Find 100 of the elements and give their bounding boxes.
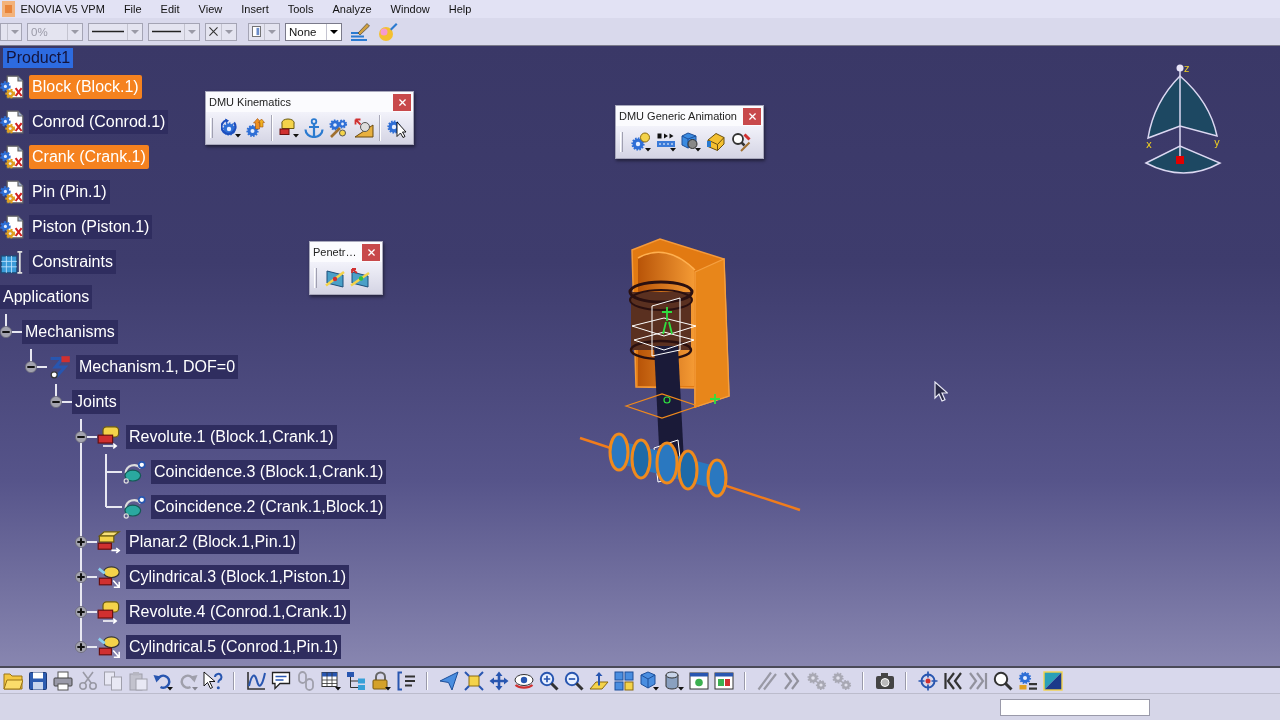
collapse-toggle-icon[interactable] — [75, 430, 87, 443]
menu-item[interactable]: Help — [439, 3, 481, 15]
printer-icon[interactable] — [52, 670, 73, 691]
zoom-in-icon[interactable] — [538, 670, 559, 691]
collapse-toggle-icon[interactable] — [50, 395, 62, 408]
cross-mark-icon — [209, 26, 218, 37]
paintbrush-icon[interactable] — [350, 21, 370, 42]
camera-icon[interactable] — [874, 670, 895, 691]
tree-item[interactable]: Coincidence.2 (Crank.1,Block.1) — [151, 494, 387, 519]
tree-item[interactable]: Planar.2 (Block.1,Pin.1) — [126, 529, 300, 554]
tree-item[interactable]: Piston (Piston.1) — [29, 214, 153, 239]
tree-item[interactable]: Revolute.1 (Block.1,Crank.1) — [126, 424, 337, 449]
dropdown-arrow-icon — [330, 29, 338, 34]
paper-plane-icon[interactable] — [438, 670, 459, 691]
close-button[interactable] — [362, 243, 381, 261]
speech-bubble-icon[interactable] — [270, 670, 291, 691]
expand-toggle-icon[interactable] — [75, 640, 87, 653]
menu-item[interactable]: Analyze — [322, 3, 382, 15]
menu-item[interactable]: Edit — [151, 3, 190, 15]
toolbar-title: Penetr… — [313, 246, 357, 258]
split-square-icon[interactable] — [1042, 670, 1063, 691]
four-panes-icon[interactable] — [613, 670, 634, 691]
tree-item[interactable]: Constraints — [29, 249, 116, 274]
dropdown-arrow-icon — [268, 29, 276, 34]
dropdown-arrow-icon — [71, 29, 79, 34]
cube-sphere-icon[interactable] — [680, 132, 701, 152]
tree-item[interactable]: Mechanism.1, DOF=0 — [76, 354, 239, 379]
tree-item[interactable]: Cylindrical.5 (Conrod.1,Pin.1) — [126, 634, 341, 659]
menu-item[interactable]: ENOVIA V5 VPM — [11, 3, 115, 15]
rewind-icon[interactable] — [942, 670, 963, 691]
constraints-grid-icon — [0, 249, 24, 274]
search-icon[interactable] — [992, 670, 1013, 691]
close-button[interactable] — [393, 93, 411, 111]
table-grid-icon[interactable] — [320, 670, 341, 691]
toolbar-title: DMU Generic Animation — [619, 110, 737, 122]
dropdown-arrow-icon — [188, 29, 196, 34]
gear-ball-icon[interactable] — [630, 132, 651, 152]
plane-arrow-icon[interactable] — [588, 670, 609, 691]
ball-slope-icon[interactable] — [353, 118, 374, 138]
sphere-brush-icon[interactable] — [378, 21, 398, 42]
anchor-icon[interactable] — [303, 118, 324, 138]
collapse-toggle-icon[interactable] — [25, 360, 37, 373]
pan-arrows-icon[interactable] — [488, 670, 509, 691]
target-icon[interactable] — [917, 670, 938, 691]
gear-rotate-icon[interactable] — [220, 118, 241, 138]
help-pointer-icon[interactable] — [202, 670, 223, 691]
function-curve-icon[interactable] — [245, 670, 266, 691]
gear-arrows-icon[interactable] — [245, 118, 266, 138]
tree-root-item[interactable]: Product1 — [3, 47, 74, 68]
tree-item[interactable]: Cylindrical.3 (Block.1,Piston.1) — [126, 564, 349, 589]
tree-item[interactable]: Joints — [72, 389, 120, 414]
block-part-icon[interactable] — [705, 132, 726, 152]
plane-rod-icon[interactable] — [324, 268, 345, 288]
pointer-cursor-icon — [934, 381, 948, 402]
tree-diagram-icon[interactable] — [345, 670, 366, 691]
coincidence-icon — [122, 494, 146, 519]
part-document-icon — [0, 214, 24, 239]
tree-item[interactable]: Applications — [0, 284, 93, 309]
joint-icon[interactable] — [278, 118, 299, 138]
line-style-icon — [92, 30, 124, 33]
menu-item[interactable]: Window — [381, 3, 440, 15]
plane-rod-arrow-icon[interactable] — [349, 268, 370, 288]
fit-all-icon[interactable] — [463, 670, 484, 691]
padlock-icon[interactable] — [370, 670, 391, 691]
axis-label: x — [1146, 139, 1152, 150]
tree-item[interactable]: Coincidence.3 (Block.1,Crank.1) — [151, 459, 387, 484]
axis-label: y — [1214, 137, 1220, 148]
tree-item[interactable]: Pin (Pin.1) — [29, 179, 110, 204]
cube-icon[interactable] — [638, 670, 659, 691]
bracket-list-icon[interactable] — [395, 670, 416, 691]
close-icon — [367, 248, 375, 256]
view-compass-icon[interactable] — [1145, 64, 1221, 174]
cylindrical-joint-icon — [97, 634, 121, 659]
playback-strip-icon[interactable] — [655, 132, 676, 152]
expand-toggle-icon[interactable] — [75, 605, 87, 618]
gear-wrench-icon[interactable] — [328, 118, 349, 138]
dropdown-arrow-icon — [225, 29, 233, 34]
part-document-icon — [0, 144, 24, 169]
dropdown[interactable]: None — [285, 22, 342, 41]
cylinder-icon[interactable] — [663, 670, 684, 691]
command-input-field[interactable] — [1000, 698, 1150, 716]
tree-item[interactable]: Mechanisms — [22, 319, 118, 344]
cylindrical-joint-icon — [97, 564, 121, 589]
menu-item[interactable]: File — [114, 3, 152, 15]
window-panels-icon[interactable] — [713, 670, 734, 691]
dropdown-arrow-icon — [11, 29, 19, 34]
tree-item[interactable]: Conrod (Conrod.1) — [29, 109, 169, 134]
gear-pointer-icon[interactable] — [386, 118, 407, 138]
gear-bars-icon[interactable] — [1017, 670, 1038, 691]
menu-item[interactable]: Tools — [278, 3, 323, 15]
magnifier-hammer-icon[interactable] — [730, 132, 751, 152]
menu-item[interactable]: Insert — [231, 3, 279, 15]
tree-item[interactable]: Revolute.4 (Conrod.1,Crank.1) — [126, 599, 350, 624]
zoom-out-icon[interactable] — [563, 670, 584, 691]
menu-item[interactable]: View — [189, 3, 232, 15]
expand-toggle-icon[interactable] — [75, 570, 87, 583]
collapse-toggle-icon[interactable] — [0, 325, 12, 338]
expand-toggle-icon[interactable] — [75, 535, 87, 548]
coincidence-icon — [122, 459, 146, 484]
close-button[interactable] — [743, 107, 761, 125]
